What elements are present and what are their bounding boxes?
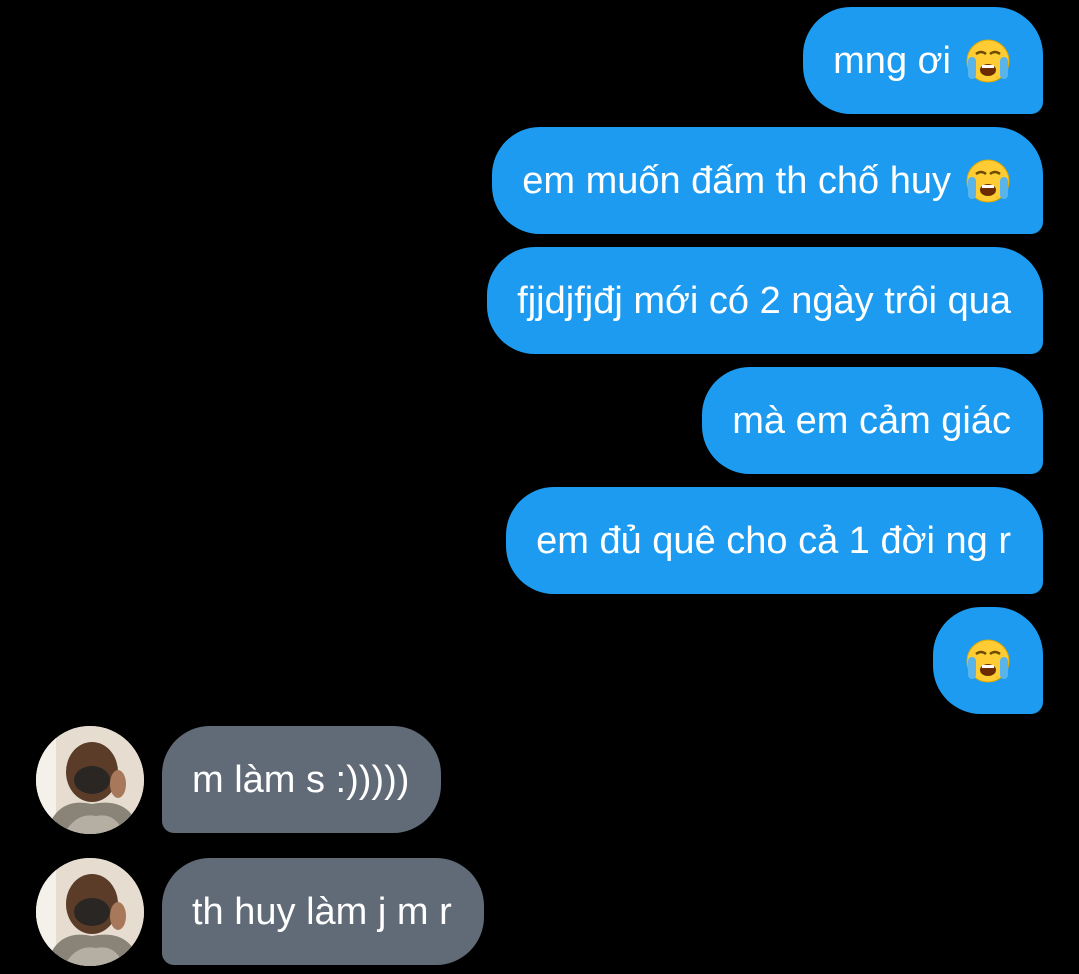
- message-text: m làm s :))))): [192, 758, 410, 801]
- loudly-crying-face-icon: [966, 639, 1010, 682]
- sent-message-bubble[interactable]: em đủ quê cho cả 1 đời ng r: [506, 487, 1043, 594]
- loudly-crying-face-icon: [966, 159, 1010, 202]
- avatar[interactable]: [36, 726, 144, 834]
- sent-message-bubble[interactable]: mng ơi: [803, 7, 1043, 114]
- message-text: em muốn đấm th chố huy: [522, 159, 951, 202]
- message-text: fjjdjfjđj mới có 2 ngày trôi qua: [517, 279, 1011, 322]
- message-text: mng ơi: [833, 39, 951, 82]
- sent-message-bubble[interactable]: fjjdjfjđj mới có 2 ngày trôi qua: [487, 247, 1043, 354]
- received-message-bubble[interactable]: th huy làm j m r: [162, 858, 484, 965]
- sent-message-bubble[interactable]: mà em cảm giác: [702, 367, 1043, 474]
- received-message-bubble[interactable]: m làm s :))))): [162, 726, 442, 833]
- loudly-crying-face-icon: [966, 39, 1010, 82]
- avatar[interactable]: [36, 858, 144, 966]
- avatar-photo: [36, 858, 144, 966]
- message-text: mà em cảm giác: [732, 399, 1011, 442]
- sent-message-bubble[interactable]: em muốn đấm th chố huy: [492, 127, 1043, 234]
- message-text: th huy làm j m r: [192, 890, 452, 933]
- message-text: em đủ quê cho cả 1 đời ng r: [536, 519, 1011, 562]
- sent-emoji-message-bubble[interactable]: [933, 607, 1043, 714]
- avatar-photo: [36, 726, 144, 834]
